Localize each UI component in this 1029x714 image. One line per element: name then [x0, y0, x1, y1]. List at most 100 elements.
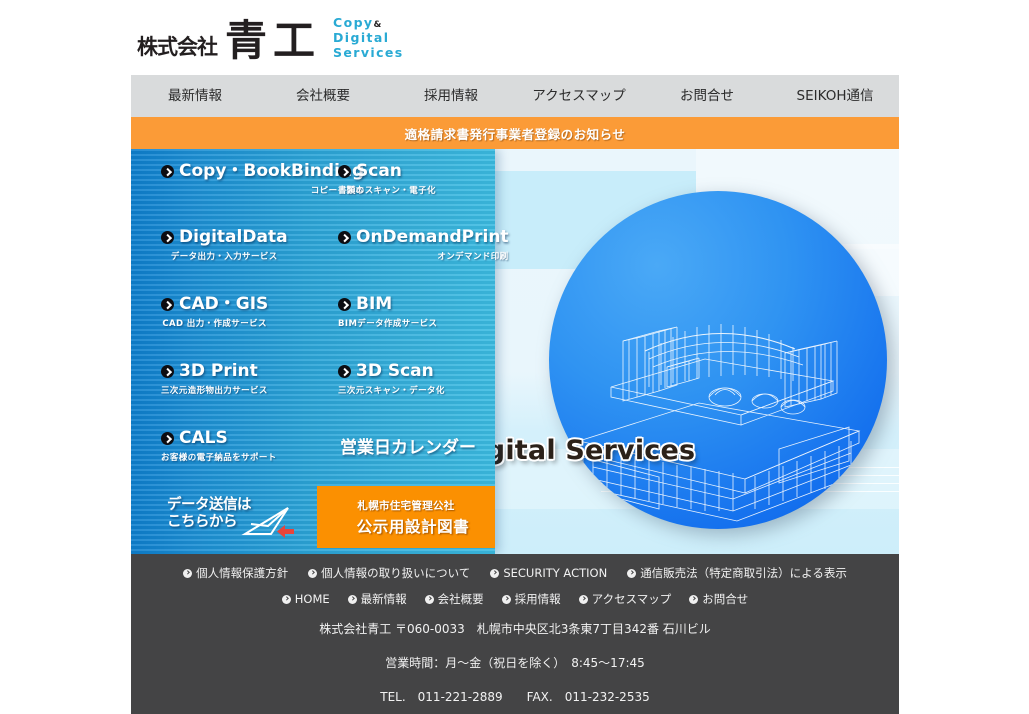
service-cad-gis-row: CAD・GIS — [161, 294, 269, 314]
chevron-right-icon — [161, 432, 174, 446]
wireframe-building-icon — [577, 324, 861, 522]
service-3d-print[interactable]: 3D Print 三次元造形物出力サービス — [161, 362, 268, 396]
chevron-right-icon — [424, 594, 434, 604]
footer-contact-numbers: TEL. 011-221-2889 FAX. 011-232-2535 — [380, 690, 650, 704]
nav-item-news[interactable]: 最新情報 — [131, 75, 259, 117]
chevron-right-icon — [338, 165, 351, 179]
footer-link-home[interactable]: HOME — [281, 592, 330, 606]
site-header: 株式会社 青工 Copy& Digital Services — [0, 0, 1029, 75]
service-3d-scan[interactable]: 3D Scan 三次元スキャン・データ化 — [338, 361, 445, 396]
service-bim-subtitle: BIMデータ作成サービス — [338, 318, 438, 329]
chevron-right-icon — [338, 365, 351, 379]
footer-business-hours: 営業時間：月～金（祝日を除く） 8:45～17:45 — [385, 656, 645, 670]
footer-link-privacy-policy-label: 個人情報保護方針 — [196, 566, 289, 580]
service-scan-row: Scan — [338, 161, 436, 181]
chevron-right-icon — [627, 568, 637, 578]
nav-item-contact[interactable]: お問合せ — [643, 75, 771, 117]
service-ondemandprint[interactable]: OnDemandPrint オンデマンド印刷 — [338, 227, 509, 262]
service-cals-subtitle: お客様の電子納品をサポート — [161, 452, 277, 463]
service-scan-title: Scan — [356, 161, 402, 181]
service-copy-bookbinding[interactable]: Copy・BookBinding コピー・製本 — [161, 161, 365, 196]
nav-item-recruit[interactable]: 採用情報 — [387, 75, 515, 117]
main-navigation: 最新情報 会社概要 採用情報 アクセスマップ お問合せ SEIKOH通信 — [131, 75, 899, 117]
data-transfer-button-text: データ送信は こちらから — [167, 497, 252, 531]
service-digitaldata-title: DigitalData — [179, 227, 288, 247]
service-digitaldata[interactable]: DigitalData データ出力・入力サービス — [161, 227, 288, 262]
nav-item-access[interactable]: アクセスマップ — [515, 75, 643, 117]
service-3d-print-row: 3D Print — [161, 362, 268, 381]
data-transfer-button[interactable]: データ送信は こちらから — [165, 494, 297, 540]
service-cals[interactable]: CALS お客様の電子納品をサポート — [161, 428, 277, 463]
chevron-right-icon — [338, 231, 351, 245]
service-cad-gis-subtitle: CAD 出力・作成サービス — [162, 318, 267, 329]
service-ondemandprint-title: OnDemandPrint — [356, 227, 509, 247]
service-cals-title: CALS — [179, 428, 228, 448]
logo-tagline-line1: Copy — [333, 15, 374, 30]
footer-link-contact-label: お問合せ — [702, 592, 749, 606]
footer-address: 株式会社青工 〒060-0033 札幌市中央区北3条東7丁目342番 石川ビル — [319, 622, 711, 636]
footer-link-personal-info-handling[interactable]: 個人情報の取り扱いについて — [308, 565, 470, 581]
envelope-icon — [241, 507, 294, 538]
logo-company-name: 青工 — [225, 16, 322, 66]
footer-link-home-label: HOME — [294, 592, 330, 606]
footer-link-security-action[interactable]: SECURITY ACTION — [490, 566, 607, 580]
chevron-right-icon — [281, 594, 291, 604]
services-panel: Copy・BookBinding コピー・製本 DigitalData データ出… — [131, 149, 509, 554]
service-cad-gis[interactable]: CAD・GIS CAD 出力・作成サービス — [161, 294, 269, 329]
footer-link-mail-order-law-label: 通信販売法（特定商取引法）による表示 — [640, 566, 847, 580]
logo-tagline-line2: Digital — [333, 29, 390, 45]
service-digitaldata-row: DigitalData — [161, 227, 288, 247]
business-calendar-link[interactable]: 営業日カレンダー — [340, 433, 476, 458]
service-bim-row: BIM — [338, 295, 437, 314]
footer-link-privacy-policy[interactable]: 個人情報保護方針 — [183, 565, 288, 581]
footer-link-recruit[interactable]: 採用情報 — [501, 591, 561, 607]
footer-link-contact[interactable]: お問合せ — [689, 591, 748, 607]
footer-link-mail-order-law[interactable]: 通信販売法（特定商取引法）による表示 — [627, 565, 847, 581]
chevron-right-icon — [338, 298, 351, 312]
footer-link-company-label: 会社概要 — [437, 592, 484, 606]
service-scan[interactable]: Scan 書類のスキャン・電子化 — [338, 161, 436, 196]
chevron-right-icon — [161, 231, 174, 245]
footer-link-access[interactable]: アクセスマップ — [578, 591, 672, 607]
site-footer: 個人情報保護方針 個人情報の取り扱いについて SECURITY ACTION 通… — [131, 554, 899, 714]
sapporo-housing-docs-big: 公示用設計図書 — [356, 517, 470, 536]
sapporo-housing-docs-button[interactable]: 札幌市住宅管理公社 公示用設計図書 — [317, 486, 495, 548]
footer-link-news[interactable]: 最新情報 — [347, 591, 407, 607]
service-3d-print-subtitle: 三次元造形物出力サービス — [161, 385, 268, 396]
logo-tagline-amp: & — [373, 20, 383, 30]
logo-tagline-line3: Services — [333, 44, 404, 60]
invoice-notice-banner-text: 適格請求書発行事業者登録のお知らせ — [404, 126, 626, 142]
footer-links-row-2: HOME 最新情報 会社概要 採用情報 アクセスマップ お問合せ — [131, 581, 899, 607]
service-ondemandprint-subtitle: オンデマンド印刷 — [437, 251, 509, 262]
data-transfer-line2: こちらから — [167, 514, 238, 531]
service-digitaldata-subtitle: データ出力・入力サービス — [170, 251, 278, 262]
chevron-right-icon — [161, 365, 174, 379]
service-ondemandprint-row: OnDemandPrint — [338, 227, 509, 247]
footer-link-company[interactable]: 会社概要 — [424, 591, 484, 607]
site-logo[interactable]: 株式会社 青工 Copy& Digital Services — [137, 15, 404, 66]
data-transfer-line1: データ送信は — [167, 497, 252, 513]
service-copy-bookbinding-title: Copy・BookBinding — [179, 161, 365, 181]
service-bim[interactable]: BIM BIMデータ作成サービス — [338, 295, 438, 329]
service-copy-bookbinding-subtitle: コピー・製本 — [310, 185, 365, 196]
service-3d-scan-subtitle: 三次元スキャン・データ化 — [338, 385, 445, 396]
service-scan-subtitle: 書類のスキャン・電子化 — [338, 185, 436, 196]
chevron-right-icon — [501, 594, 511, 604]
hero-circle — [549, 191, 887, 529]
footer-links-row-1: 個人情報保護方針 個人情報の取り扱いについて SECURITY ACTION 通… — [131, 554, 899, 581]
footer-link-access-label: アクセスマップ — [591, 592, 672, 606]
footer-link-security-action-label: SECURITY ACTION — [503, 566, 608, 580]
nav-item-company[interactable]: 会社概要 — [259, 75, 387, 117]
footer-link-recruit-label: 採用情報 — [514, 592, 561, 606]
service-3d-scan-title: 3D Scan — [356, 361, 434, 381]
logo-company-prefix: 株式会社 — [137, 35, 218, 60]
chevron-right-icon — [183, 568, 193, 578]
invoice-notice-banner[interactable]: 適格請求書発行事業者登録のお知らせ — [131, 117, 899, 149]
chevron-right-icon — [689, 594, 699, 604]
hero-section: Copy & Digital Services Copy・BookBinding… — [131, 149, 899, 554]
service-copy-bookbinding-row: Copy・BookBinding — [161, 161, 365, 181]
logo-tagline: Copy& Digital Services — [333, 15, 404, 62]
nav-item-seikoh-tsushin[interactable]: SEIKOH通信 — [771, 75, 899, 117]
service-cad-gis-title: CAD・GIS — [179, 294, 269, 314]
footer-link-news-label: 最新情報 — [360, 592, 407, 606]
